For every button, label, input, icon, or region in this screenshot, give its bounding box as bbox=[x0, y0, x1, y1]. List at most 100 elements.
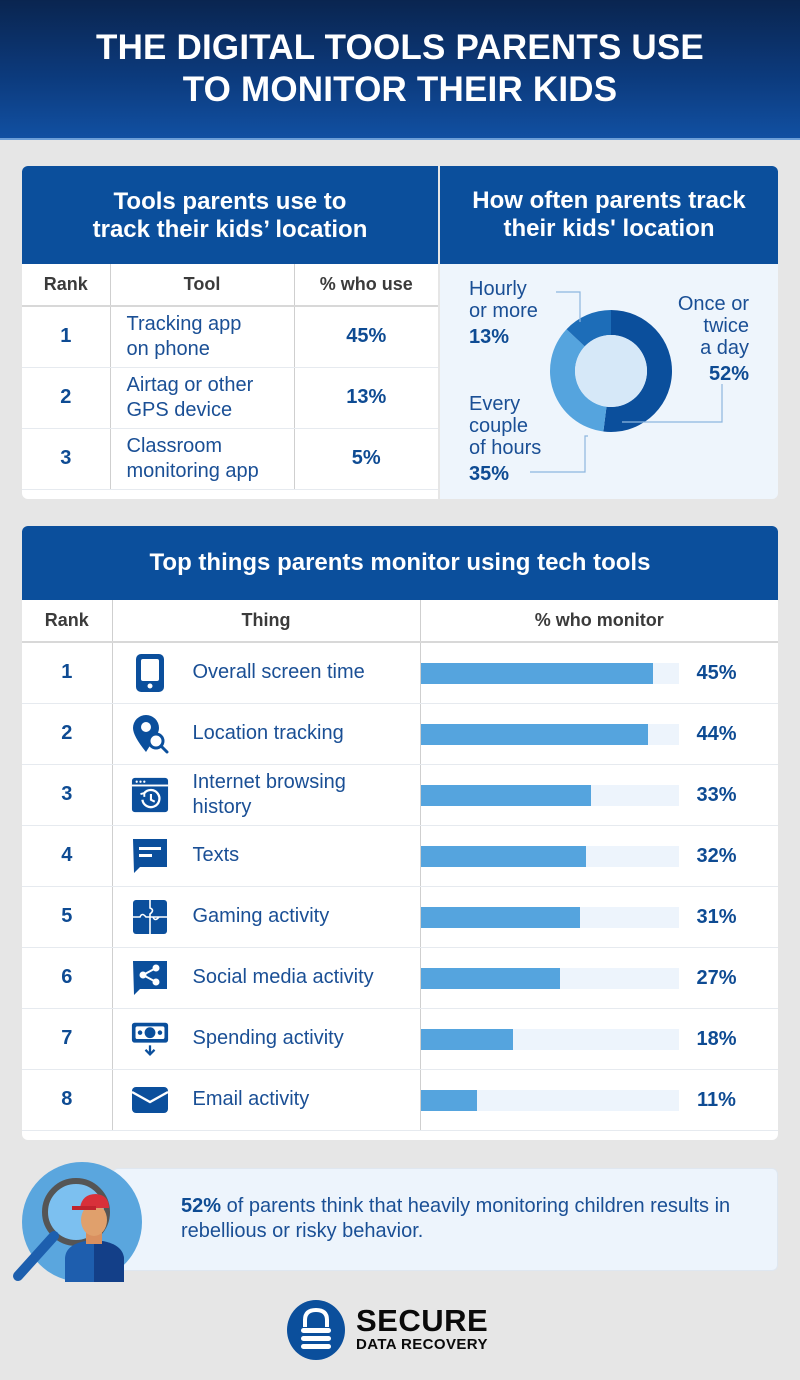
col-header-pct: % who use bbox=[294, 264, 438, 307]
thing-label: Texts bbox=[193, 843, 240, 868]
bar-value-label: 32% bbox=[696, 844, 737, 867]
tools-title-line-2: track their kids’ location bbox=[92, 216, 368, 243]
label-couple-line-3: of hours bbox=[469, 437, 542, 459]
title-line-2: TO MONITOR THEIR KIDS bbox=[182, 70, 618, 109]
tool-name-line-2: monitoring app bbox=[126, 459, 259, 482]
pct-cell: 5% bbox=[294, 428, 438, 490]
page-title: THE DIGITAL TOOLS PARENTS USE TO MONITOR… bbox=[96, 27, 704, 111]
monitor-table-title: Top things parents monitor using tech to… bbox=[22, 526, 778, 600]
bar-cell: 18% bbox=[420, 1008, 778, 1070]
hero-banner: THE DIGITAL TOOLS PARENTS USE TO MONITOR… bbox=[0, 0, 800, 140]
tool-name-line-1: Airtag or other bbox=[126, 373, 254, 396]
thing-label-line-1: Texts bbox=[192, 844, 240, 866]
tools-table: Rank Tool % who use 1 Tracking app on phon… bbox=[22, 264, 438, 490]
bar-value-label: 18% bbox=[696, 1027, 737, 1050]
label-daily-line-3: a day bbox=[700, 337, 749, 359]
tools-header-row: Rank Tool % who use bbox=[22, 264, 438, 307]
label-couple-line-1: Every bbox=[469, 393, 521, 415]
monitor-table-row: 6 Social media activity 27% bbox=[22, 947, 778, 1009]
thing-cell: Gaming activity bbox=[112, 886, 421, 948]
share-message-icon bbox=[131, 959, 169, 997]
bar-cell: 44% bbox=[420, 703, 778, 765]
bar-7 bbox=[420, 1028, 514, 1050]
thing-label-line-1: Location tracking bbox=[192, 722, 344, 744]
monitor-table-row: 7 Spending activity 18% bbox=[22, 1008, 778, 1070]
bar-track bbox=[420, 967, 679, 989]
monitor-table-row: 5 Gaming activity 31% bbox=[22, 886, 778, 948]
tools-table-card: Tools parents use to track their kids’ l… bbox=[22, 166, 438, 499]
tool-cell: Classroom monitoring app bbox=[110, 428, 295, 490]
thing-cell: Texts bbox=[112, 825, 421, 887]
magnifier-person-illustration bbox=[13, 1162, 142, 1282]
brand-logo: SECURE DATA RECOVERY bbox=[286, 1298, 526, 1362]
thing-label-line-2: history bbox=[192, 795, 252, 818]
thing-cell: Spending activity bbox=[112, 1008, 421, 1070]
tools-table-row: 2 Airtag or other GPS device 13% bbox=[22, 367, 438, 429]
thing-label: Overall screen time bbox=[193, 660, 365, 685]
title-line-1: THE DIGITAL TOOLS PARENTS USE bbox=[96, 28, 704, 67]
logo-word-secure: SECURE bbox=[356, 1303, 489, 1338]
donut-hole bbox=[575, 335, 647, 407]
label-daily-line-2: twice bbox=[703, 315, 749, 337]
thing-label: Internet browsing history bbox=[193, 770, 346, 820]
thing-label-line-1: Social media activity bbox=[192, 966, 374, 988]
col-header-rank: Rank bbox=[22, 600, 113, 643]
thing-cell: Email activity bbox=[112, 1069, 421, 1131]
leader-line-hourly bbox=[556, 291, 581, 322]
bar-4 bbox=[420, 845, 586, 867]
tool-cell: Tracking app on phone bbox=[110, 306, 295, 368]
rank-cell: 3 bbox=[22, 428, 111, 490]
thing-label: Spending activity bbox=[193, 1026, 344, 1051]
label-couple: Every couple of hours 35% bbox=[469, 393, 541, 485]
message-icon bbox=[131, 837, 169, 875]
bar-6 bbox=[420, 967, 560, 989]
thing-label: Email activity bbox=[193, 1087, 310, 1112]
frequency-card: How often parents track their kids' loca… bbox=[440, 166, 778, 499]
thing-label-line-1: Spending activity bbox=[192, 1027, 344, 1049]
bar-1 bbox=[420, 663, 653, 684]
rank-cell: 3 bbox=[22, 764, 113, 826]
logo-word-data-recovery: DATA RECOVERY bbox=[356, 1336, 488, 1353]
bar-cell: 31% bbox=[420, 886, 778, 948]
rank-cell: 5 bbox=[22, 886, 113, 948]
location-search-icon bbox=[131, 714, 169, 753]
thing-cell: Location tracking bbox=[112, 703, 421, 765]
tool-name-line-2: GPS device bbox=[126, 398, 233, 421]
tool-name-line-2: on phone bbox=[126, 337, 210, 360]
bar-track bbox=[420, 845, 679, 867]
col-header-thing: Thing bbox=[112, 600, 421, 643]
thing-label: Social media activity bbox=[193, 965, 374, 990]
bar-track bbox=[420, 663, 679, 684]
thing-label-line-1: Internet browsing bbox=[192, 770, 346, 793]
money-icon bbox=[131, 1020, 169, 1058]
callout-box: 52% of parents think that heavily monito… bbox=[112, 1168, 778, 1271]
monitor-table-row: 4 Texts 32% bbox=[22, 825, 778, 887]
thing-label: Gaming activity bbox=[193, 904, 330, 929]
bar-8 bbox=[420, 1089, 478, 1111]
thing-cell: Overall screen time bbox=[112, 642, 421, 704]
bar-cell: 32% bbox=[420, 825, 778, 887]
rank-cell: 4 bbox=[22, 825, 113, 887]
col-header-pct-monitor: % who monitor bbox=[420, 600, 778, 643]
rank-cell: 1 bbox=[22, 642, 113, 704]
bar-track bbox=[420, 723, 679, 745]
col-header-tool: Tool bbox=[110, 264, 295, 307]
frequency-title: How often parents track their kids' loca… bbox=[440, 166, 778, 264]
smartphone-icon bbox=[131, 653, 169, 692]
label-hourly-line-2: or more bbox=[469, 300, 538, 322]
monitor-table-row: 8 Email activity 11% bbox=[22, 1069, 778, 1131]
lock-icon bbox=[287, 1300, 345, 1360]
bar-value-label: 33% bbox=[696, 783, 737, 806]
rank-cell: 2 bbox=[22, 703, 113, 765]
puzzle-icon bbox=[131, 898, 169, 936]
bar-value-label: 44% bbox=[696, 722, 737, 745]
bar-track bbox=[420, 1089, 679, 1111]
pct-cell: 45% bbox=[294, 306, 438, 368]
bar-track bbox=[420, 784, 679, 806]
thing-label-line-1: Email activity bbox=[192, 1088, 310, 1110]
rank-cell: 7 bbox=[22, 1008, 113, 1070]
rank-cell: 1 bbox=[22, 306, 111, 368]
label-daily-pct: 52% bbox=[708, 363, 749, 385]
thing-label-line-1: Overall screen time bbox=[192, 661, 365, 684]
monitor-table-row: 1 Overall screen time 45% bbox=[22, 642, 778, 704]
